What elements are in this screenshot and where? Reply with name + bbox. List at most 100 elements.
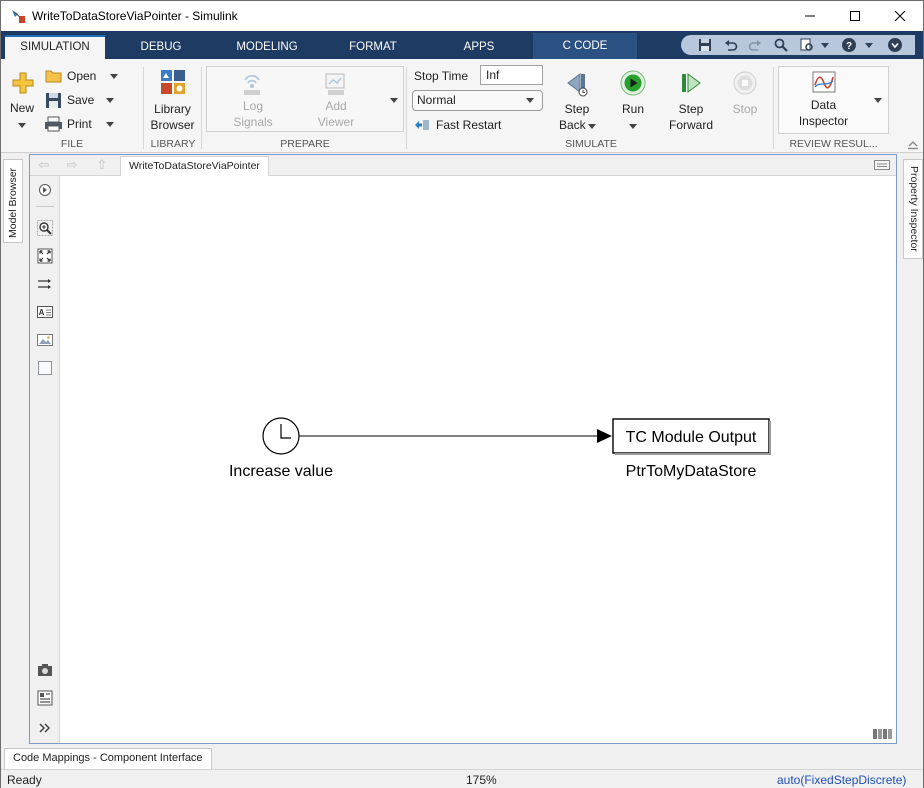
simulation-mode-value: Normal (417, 93, 456, 107)
hide-show-explorer-icon[interactable] (37, 182, 53, 198)
tab-format[interactable]: FORMAT (331, 35, 415, 59)
status-text: Ready (7, 773, 42, 787)
status-bar: Ready 175% auto(FixedStepDiscrete) (1, 769, 923, 788)
clock-block-label: Increase value (229, 463, 333, 480)
collapse-ribbon-icon[interactable] (906, 137, 920, 151)
model-browser-tab[interactable]: Model Browser (3, 159, 23, 243)
output-block-label: PtrToMyDataStore (626, 463, 757, 480)
signal-arrows-icon[interactable] (37, 276, 53, 292)
redo-icon[interactable] (747, 37, 763, 53)
code-mappings-tab[interactable]: Code Mappings - Component Interface (4, 748, 212, 769)
prepare-gallery-expand-icon[interactable] (390, 98, 398, 103)
explorer-bar-menu-icon[interactable] (874, 160, 890, 170)
log-signals-line1: Log (242, 99, 264, 113)
step-forward-line1: Step (678, 102, 704, 116)
new-dropdown-icon (18, 123, 26, 128)
tab-c-code[interactable]: C CODE (533, 33, 637, 59)
new-label: New (10, 101, 35, 115)
open-dropdown-icon (110, 74, 118, 79)
divider (36, 206, 54, 207)
help-icon[interactable]: ? (841, 37, 857, 53)
fast-restart-icon (415, 120, 429, 130)
tab-modeling[interactable]: MODELING (219, 35, 315, 59)
forward-arrow-icon[interactable]: ⇨ (64, 158, 80, 172)
library-browser-icon (161, 70, 185, 94)
clock-block[interactable] (262, 417, 300, 455)
quick-access-toolbar: ? (681, 35, 915, 55)
model-browser-label: Model Browser (7, 167, 19, 238)
title-bar: WriteToDataStoreViaPointer - Simulink (1, 1, 923, 31)
divider (143, 67, 144, 149)
camera-icon[interactable] (37, 662, 53, 678)
prepare-section-label: PREPARE (280, 138, 330, 150)
save-icon[interactable] (697, 37, 713, 53)
folder-icon (45, 70, 62, 83)
minimize-button[interactable] (787, 1, 833, 31)
run-dropdown-icon (629, 124, 637, 129)
tc-module-output-text: TC Module Output (626, 429, 757, 446)
up-arrow-icon[interactable]: ⇧ (94, 158, 110, 172)
step-back-line2: Back (559, 118, 586, 132)
tab-apps[interactable]: APPS (437, 35, 521, 59)
chevron-down-icon[interactable] (821, 43, 829, 48)
help-dropdown-icon[interactable] (865, 43, 873, 48)
log-signals-icon (244, 75, 260, 95)
printer-icon (45, 116, 62, 132)
maximize-button[interactable] (832, 1, 878, 31)
zoom-level[interactable]: 175% (466, 773, 497, 787)
library-section-label: LIBRARY (150, 138, 196, 150)
stop-icon (733, 71, 757, 95)
property-table-icon[interactable] (37, 690, 53, 706)
divider (201, 67, 202, 149)
image-icon[interactable] (37, 332, 53, 348)
model-canvas[interactable]: Increase value TC Module Output PtrToMyD… (61, 176, 896, 743)
simulink-window: WriteToDataStoreViaPointer - Simulink SI… (0, 0, 924, 788)
chevron-down-icon (526, 98, 534, 103)
stop-time-input[interactable]: Inf (480, 65, 543, 85)
explorer-bar: ⇦ ⇨ ⇧ WriteToDataStoreViaPointer (30, 155, 896, 176)
file-section-label: FILE (60, 138, 84, 150)
property-inspector-label: Property Inspector (908, 166, 920, 252)
step-back-dropdown-icon (588, 124, 596, 129)
find-replace-icon[interactable] (799, 37, 815, 53)
area-icon[interactable] (37, 360, 53, 376)
simulation-mode-select[interactable]: Normal (412, 90, 543, 111)
signal-arrow-head (597, 429, 612, 443)
left-side-panel: Model Browser (1, 153, 25, 739)
print-dropdown-icon (106, 122, 114, 127)
tc-module-output-block[interactable]: TC Module Output (612, 418, 771, 455)
open-label: Open (67, 69, 97, 83)
review-results-section-label: REVIEW RESUL... (789, 138, 878, 150)
window-title: WriteToDataStoreViaPointer - Simulink (32, 9, 238, 23)
new-plus-icon (12, 72, 34, 94)
breadcrumb[interactable]: WriteToDataStoreViaPointer (120, 156, 269, 176)
expand-palette-icon[interactable] (37, 720, 53, 736)
stop-label: Stop (732, 102, 758, 116)
review-gallery-expand-icon[interactable] (874, 98, 882, 103)
add-viewer-icon (325, 73, 345, 95)
data-inspector-button[interactable]: Data Inspector (778, 66, 889, 134)
save-dropdown-icon (106, 98, 114, 103)
solver-link[interactable]: auto(FixedStepDiscrete) (777, 773, 906, 787)
canvas-resize-icon[interactable] (873, 729, 893, 739)
close-icon (894, 10, 906, 22)
property-inspector-tab[interactable]: Property Inspector (903, 159, 923, 259)
zoom-icon[interactable] (37, 220, 53, 236)
model-editor: ⇦ ⇨ ⇧ WriteToDataStoreViaPointer A Incre… (29, 154, 897, 744)
search-icon[interactable] (773, 37, 789, 53)
collapse-menu-icon[interactable] (887, 37, 903, 53)
close-button[interactable] (877, 1, 923, 31)
library-browser-line2: Browser (150, 118, 195, 132)
undo-icon[interactable] (723, 37, 739, 53)
annotation-icon[interactable]: A (37, 304, 53, 320)
data-inspector-line2: Inspector (798, 114, 849, 128)
tool-palette: A (30, 176, 60, 743)
fit-to-view-icon[interactable] (37, 248, 53, 264)
tab-simulation[interactable]: SIMULATION (5, 35, 105, 59)
simulate-section-label: SIMULATE (565, 138, 617, 150)
tab-debug[interactable]: DEBUG (119, 35, 203, 59)
back-arrow-icon[interactable]: ⇦ (36, 158, 52, 172)
svg-text:?: ? (846, 41, 852, 52)
right-side-panel: Property Inspector (899, 153, 923, 739)
fast-restart-label: Fast Restart (436, 118, 502, 132)
